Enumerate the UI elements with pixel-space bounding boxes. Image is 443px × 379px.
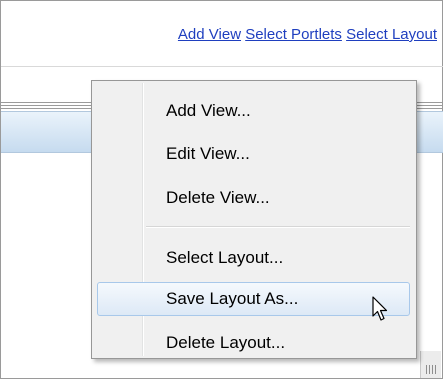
add-view-link[interactable]: Add View xyxy=(178,26,241,43)
menu-item-delete-layout[interactable]: Delete Layout... xyxy=(97,326,410,360)
menu-item-delete-view[interactable]: Delete View... xyxy=(97,181,410,215)
toolbar-links: Add View Select Portlets Select Layout xyxy=(178,26,437,43)
menu-item-label: Delete View... xyxy=(166,188,270,207)
menu-item-label: Select Layout... xyxy=(166,248,284,267)
resize-grip-icon xyxy=(426,365,436,374)
select-layout-link[interactable]: Select Layout xyxy=(346,26,437,43)
menu-item-add-view[interactable]: Add View... xyxy=(97,94,410,128)
menu-item-save-layout-as[interactable]: Save Layout As... xyxy=(97,282,410,316)
menu-item-label: Delete Layout... xyxy=(166,333,286,352)
mouse-pointer-icon xyxy=(372,296,388,321)
menu-item-label: Save Layout As... xyxy=(166,289,299,308)
scrollbar[interactable] xyxy=(420,351,441,378)
select-portlets-link[interactable]: Select Portlets xyxy=(245,26,342,43)
menu-separator xyxy=(146,226,410,228)
divider-line xyxy=(1,66,443,67)
menu-item-edit-view[interactable]: Edit View... xyxy=(97,137,410,171)
context-menu: Add View... Edit View... Delete View... … xyxy=(91,80,417,359)
menu-item-select-layout[interactable]: Select Layout... xyxy=(97,241,410,275)
menu-item-label: Edit View... xyxy=(166,144,250,163)
menu-item-label: Add View... xyxy=(166,101,251,120)
